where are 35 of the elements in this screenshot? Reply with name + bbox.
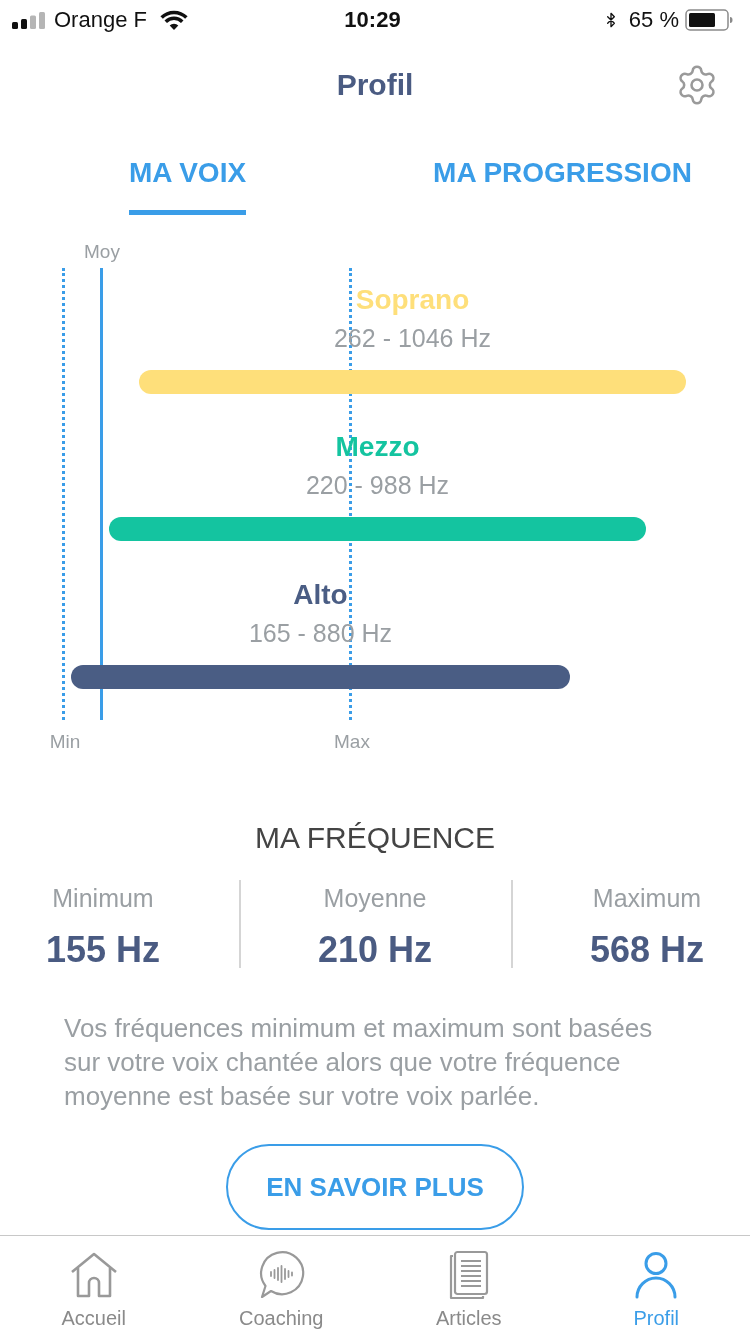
tab-bar-item[interactable]: Coaching xyxy=(187,1236,375,1334)
tab[interactable]: MA PROGRESSION xyxy=(375,130,750,216)
tab-bar-item[interactable]: Accueil xyxy=(0,1236,188,1334)
stat-value: 568 Hz xyxy=(589,928,705,972)
battery-percent: 65 % xyxy=(628,7,679,33)
tab-bar-item[interactable]: Profil xyxy=(562,1236,750,1334)
page-title: Profil xyxy=(336,67,414,103)
explanation-text: Vos fréquences minimum et maximum sont basées sur votre voix chantée alors que votre fréquence moyenne est basée sur votre voix parlée. xyxy=(64,1012,654,1113)
frequency-range-text: 220 - 988 Hz xyxy=(305,470,450,501)
tab[interactable]: MA VOIX xyxy=(0,130,375,216)
documents-icon xyxy=(448,1250,489,1300)
wifi-icon xyxy=(159,10,188,30)
marker-label: Moy xyxy=(84,240,120,264)
stat-value: 155 Hz xyxy=(45,928,161,972)
frequency-range-text: 165 - 880 Hz xyxy=(248,618,393,649)
voice-type-label: Mezzo xyxy=(335,430,420,464)
frequency-range-text: 262 - 1046 Hz xyxy=(333,323,491,354)
home-icon xyxy=(69,1251,118,1299)
learn-more-button[interactable]: EN SAVOIR PLUS xyxy=(226,1144,524,1230)
stat-label: Maximum xyxy=(592,883,702,914)
stat-value: 210 Hz xyxy=(317,928,433,972)
marker-label: Max xyxy=(334,730,370,754)
signal-icon xyxy=(12,11,46,29)
carrier-name: Orange F xyxy=(54,7,147,33)
clock-time: 10:29 xyxy=(344,7,401,33)
stat-label: Moyenne xyxy=(323,883,427,914)
stat-label: Minimum xyxy=(52,883,154,914)
voice-type-label: Alto xyxy=(293,578,348,612)
tab-bar-item[interactable]: Articles xyxy=(375,1236,563,1334)
chat-bubble-icon xyxy=(257,1251,306,1299)
section-title: MA FRÉQUENCE xyxy=(255,820,495,856)
battery-icon xyxy=(685,9,733,31)
marker-label: Min xyxy=(49,730,81,754)
voice-type-label: Soprano xyxy=(355,283,470,317)
person-icon xyxy=(634,1251,679,1299)
